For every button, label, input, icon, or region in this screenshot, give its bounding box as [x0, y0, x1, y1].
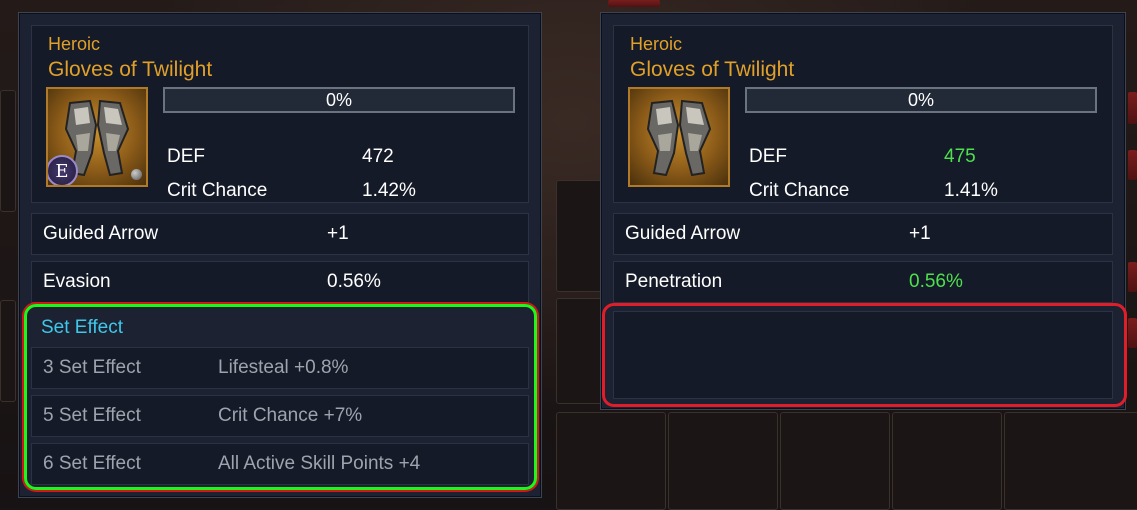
- background-item-slot: [556, 180, 602, 292]
- background-tab: [1128, 150, 1137, 180]
- highlight-box-red: [602, 303, 1127, 407]
- option-label: Penetration: [625, 271, 723, 292]
- background-tab: [1128, 318, 1137, 348]
- option-value: +1: [327, 223, 349, 244]
- inventory-slot[interactable]: [892, 412, 1002, 510]
- stat-label-def: DEF: [167, 146, 205, 167]
- inventory-slot[interactable]: [556, 412, 666, 510]
- background-tab: [1128, 262, 1137, 292]
- inventory-slot[interactable]: [668, 412, 778, 510]
- highlight-box-green: [24, 304, 537, 490]
- stat-value-crit: 1.41%: [944, 180, 998, 201]
- item-name: Gloves of Twilight: [48, 58, 213, 81]
- enhance-grade-badge: E: [48, 155, 78, 185]
- stat-label-crit: Crit Chance: [749, 180, 850, 201]
- background-slot: [0, 300, 16, 402]
- socket-dot: [131, 169, 142, 180]
- stat-value-def: 472: [362, 146, 394, 167]
- option-label: Guided Arrow: [43, 223, 159, 244]
- item-rarity: Heroic: [630, 34, 683, 54]
- background-tab: [608, 0, 660, 7]
- option-value: 0.56%: [327, 271, 381, 292]
- background-slot: [0, 90, 16, 212]
- progress-text: 0%: [325, 90, 352, 110]
- enhance-progress-bar: 0%: [163, 87, 515, 113]
- stat-value-def: 475: [944, 146, 976, 167]
- background-tab: [1128, 92, 1137, 124]
- option-value: +1: [909, 223, 931, 244]
- option-row: Penetration 0.56%: [613, 261, 1113, 303]
- item-header: Heroic Gloves of Twilight E 0% DEF 472 C…: [31, 25, 529, 203]
- option-row: Guided Arrow +1: [31, 213, 529, 255]
- background-item-slot: [556, 298, 602, 404]
- stat-value-crit: 1.42%: [362, 180, 416, 201]
- item-header: Heroic Gloves of Twilight 0% DEF 475 Cri…: [613, 25, 1113, 203]
- gloves-icon: [646, 99, 712, 177]
- option-row: Evasion 0.56%: [31, 261, 529, 303]
- option-label: Evasion: [43, 271, 111, 292]
- stat-label-def: DEF: [749, 146, 787, 167]
- option-label: Guided Arrow: [625, 223, 741, 244]
- item-icon: [628, 87, 730, 187]
- stat-label-crit: Crit Chance: [167, 180, 268, 201]
- item-icon: E: [46, 87, 148, 187]
- option-row: Guided Arrow +1: [613, 213, 1113, 255]
- item-rarity: Heroic: [48, 34, 101, 54]
- progress-text: 0%: [907, 90, 934, 110]
- option-value: 0.56%: [909, 271, 963, 292]
- inventory-slot[interactable]: [780, 412, 890, 510]
- item-name: Gloves of Twilight: [630, 58, 795, 81]
- inventory-slot[interactable]: [1004, 412, 1137, 510]
- enhance-progress-bar: 0%: [745, 87, 1097, 113]
